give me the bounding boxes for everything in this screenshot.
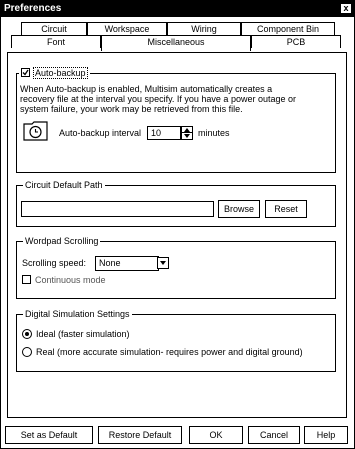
preferences-dialog: Preferences x Circuit Workspace Wiring C… (0, 0, 355, 449)
scrolling-speed-label: Scrolling speed: (22, 258, 87, 268)
wordpad-scrolling-legend: Wordpad Scrolling (23, 235, 101, 247)
autobackup-legend: Auto-backup (19, 67, 90, 79)
tab-font[interactable]: Font (11, 35, 101, 48)
browse-button[interactable]: Browse (218, 200, 260, 218)
digital-simulation-legend: Digital Simulation Settings (23, 308, 132, 320)
tab-circuit[interactable]: Circuit (21, 22, 87, 35)
help-button[interactable]: Help (304, 426, 348, 444)
reset-button[interactable]: Reset (265, 200, 307, 218)
autobackup-interval-unit: minutes (198, 128, 230, 138)
window-title: Preferences (4, 3, 62, 14)
tab-workspace[interactable]: Workspace (87, 22, 167, 35)
clock-icon (23, 121, 48, 141)
close-button[interactable]: x (340, 3, 352, 14)
tab-miscellaneous[interactable]: Miscellaneous (101, 35, 251, 51)
restore-default-button[interactable]: Restore Default (98, 426, 182, 444)
continuous-mode-label: Continuous mode (35, 275, 106, 285)
radio-ideal[interactable] (22, 329, 32, 339)
chevron-down-icon (160, 261, 166, 265)
circuit-path-legend: Circuit Default Path (23, 179, 105, 191)
set-as-default-button[interactable]: Set as Default (5, 426, 93, 444)
spin-down-button[interactable] (182, 133, 192, 139)
autobackup-interval-label: Auto-backup interval (59, 128, 142, 138)
circuit-path-input[interactable] (21, 201, 214, 217)
circuit-path-group: Circuit Default Path Browse Reset (16, 179, 336, 227)
ok-button[interactable]: OK (189, 426, 243, 444)
title-bar: Preferences x (1, 1, 354, 17)
autobackup-interval-input[interactable]: 10 (147, 126, 181, 140)
radio-real[interactable] (22, 347, 32, 357)
tab-component-bin[interactable]: Component Bin (241, 22, 335, 35)
scrolling-speed-select[interactable]: None (95, 256, 159, 271)
triangle-down-icon (184, 134, 190, 138)
digital-simulation-group: Digital Simulation Settings Ideal (faste… (16, 308, 336, 372)
cancel-button[interactable]: Cancel (248, 426, 300, 444)
autobackup-interval-spinner[interactable] (181, 126, 193, 140)
autobackup-checkbox[interactable] (21, 68, 30, 77)
scrolling-speed-dropdown-button[interactable] (157, 257, 169, 269)
continuous-mode-checkbox[interactable] (22, 275, 31, 284)
tab-wiring[interactable]: Wiring (167, 22, 241, 35)
tab-pcb[interactable]: PCB (251, 35, 341, 48)
autobackup-label: Auto-backup (33, 67, 88, 79)
autobackup-desc-line3: system failure, your work may be retriev… (20, 104, 243, 114)
miscellaneous-panel: Auto-backup When Auto-backup is enabled,… (7, 52, 347, 418)
autobackup-group: Auto-backup When Auto-backup is enabled,… (16, 67, 336, 173)
wordpad-scrolling-group: Wordpad Scrolling Scrolling speed: None … (16, 235, 336, 299)
check-icon (22, 69, 29, 76)
radio-ideal-label: Ideal (faster simulation) (36, 329, 130, 339)
radio-real-label: Real (more accurate simulation- requires… (36, 347, 303, 357)
